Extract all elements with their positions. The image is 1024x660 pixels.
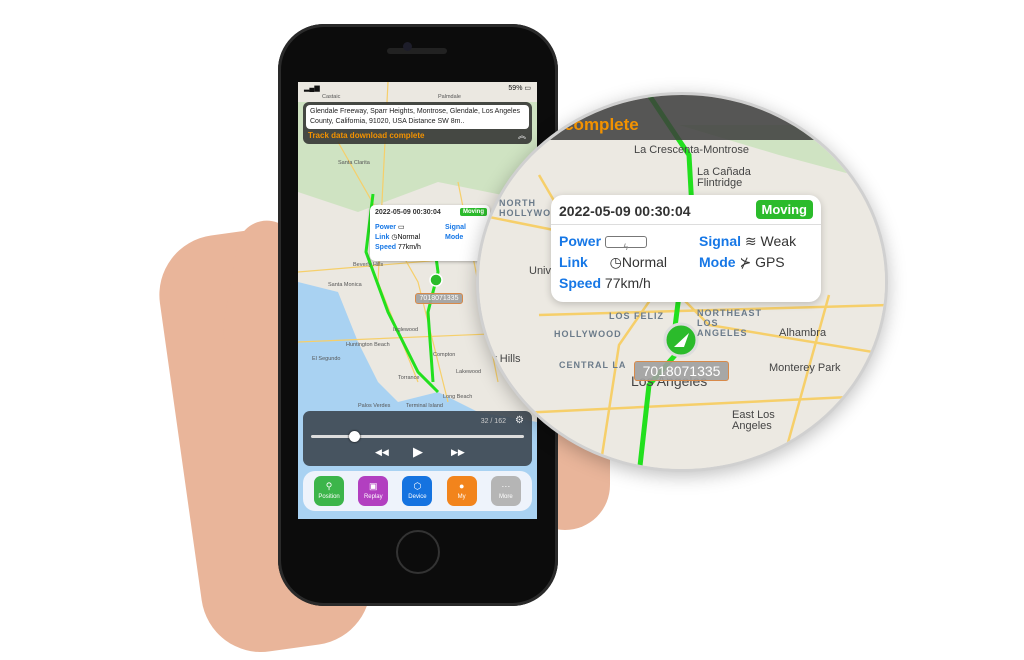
signal-value: Weak bbox=[760, 233, 797, 249]
speed-label: Speed bbox=[375, 244, 397, 251]
map-label: Terminal Island bbox=[406, 403, 443, 409]
more-icon: ··· bbox=[501, 481, 511, 491]
map-district-label: LOS FELIZ bbox=[609, 311, 664, 321]
map-label: La Cañada Flintridge bbox=[697, 166, 751, 189]
mode-label: Mode bbox=[699, 254, 736, 270]
device-info-popup: 2022-05-09 00:30:04 Moving Power ▭ Link … bbox=[370, 205, 490, 261]
mode-label: Mode bbox=[445, 234, 464, 241]
mode-value: GPS bbox=[755, 254, 785, 270]
map-label: Alhambra bbox=[779, 327, 827, 339]
vehicle-marker bbox=[663, 322, 699, 358]
map-district-label: NORTH HOLLYWOOD bbox=[499, 198, 567, 218]
playback-counter: 32 / 162 bbox=[480, 418, 506, 425]
nav-label: Replay bbox=[363, 494, 383, 500]
battery-icon: ▭ bbox=[524, 85, 531, 92]
replay-icon: ▣ bbox=[369, 481, 378, 491]
nav-device-button[interactable]: ⬡ Device bbox=[402, 476, 433, 506]
power-label: Power bbox=[559, 233, 602, 249]
nav-label: More bbox=[499, 494, 513, 500]
user-icon: ● bbox=[458, 481, 465, 491]
link-label: Link bbox=[375, 234, 390, 241]
map-label: Palos Verdes bbox=[358, 403, 391, 409]
map-label: East Los Angeles bbox=[732, 409, 775, 432]
signal-label: Signal bbox=[445, 224, 467, 231]
map-label: Santa Monica bbox=[328, 282, 362, 288]
map-label: Lakewood bbox=[456, 369, 482, 375]
speed-value: 77km/h bbox=[604, 275, 651, 291]
link-label: Link bbox=[559, 254, 588, 270]
signal-label: Signal bbox=[699, 233, 742, 249]
download-status: Track data download complete bbox=[308, 131, 425, 140]
nav-label: My bbox=[457, 494, 466, 500]
magnified-info-popup: 2022-05-09 00:30:04 Moving Power ϟ Link … bbox=[551, 195, 821, 302]
map-label: Beverly Hills bbox=[353, 262, 384, 268]
map-district-label: NORTHEAST LOS ANGELES bbox=[697, 308, 762, 338]
map-label: Huntington Beach bbox=[346, 342, 390, 348]
nav-more-button[interactable]: ··· More bbox=[490, 476, 521, 506]
battery-percent: 59% bbox=[508, 85, 523, 92]
gear-icon[interactable]: ⚙ bbox=[515, 415, 524, 426]
link-value: Normal bbox=[397, 234, 421, 241]
vehicle-marker bbox=[429, 273, 443, 287]
location-pin-icon: ⚲ bbox=[325, 481, 333, 491]
phone-speaker bbox=[387, 48, 447, 54]
speed-value: 77km/h bbox=[397, 244, 421, 251]
map-district-label: HOLLYWOOD bbox=[554, 329, 622, 339]
map-label: El Segundo bbox=[312, 356, 341, 362]
nav-position-button[interactable]: ⚲ Position bbox=[314, 476, 345, 506]
map-district-label: CENTRAL LA bbox=[559, 360, 627, 370]
map-label: Long Beach bbox=[443, 394, 473, 400]
satellite-icon: ⊁ bbox=[739, 254, 752, 270]
banner-text: d complete bbox=[549, 115, 639, 134]
magnified-banner: d complete bbox=[479, 95, 885, 140]
wifi-icon: ≋ bbox=[744, 233, 757, 249]
slider-handle[interactable] bbox=[348, 431, 360, 442]
nav-label: Position bbox=[318, 494, 340, 500]
popup-datetime: 2022-05-09 00:30:04 bbox=[375, 209, 441, 216]
device-id-label: 7018071335 bbox=[634, 361, 729, 381]
speed-label: Speed bbox=[559, 275, 602, 291]
clock-icon: ◷ bbox=[609, 254, 622, 270]
map-label: Compton bbox=[433, 352, 456, 358]
battery-icon: ϟ bbox=[604, 236, 647, 252]
nav-replay-button[interactable]: ▣ Replay bbox=[358, 476, 389, 506]
nav-label: Device bbox=[408, 494, 427, 500]
play-icon[interactable]: ▶ bbox=[413, 444, 423, 460]
bottom-nav: ⚲ Position ▣ Replay ⬡ Device ● My ··· More bbox=[303, 471, 532, 511]
map-label: Inglewood bbox=[393, 327, 419, 333]
home-button[interactable] bbox=[396, 530, 440, 574]
power-label: Power bbox=[375, 224, 397, 231]
moving-badge: Moving bbox=[755, 200, 813, 219]
map-label: Castaic bbox=[322, 94, 341, 100]
link-value: Normal bbox=[621, 254, 668, 270]
popup-datetime: 2022-05-09 00:30:04 bbox=[559, 203, 691, 219]
phone-camera bbox=[403, 42, 412, 51]
signal-icon: ▂▄▆ bbox=[304, 85, 320, 92]
map-label: Palmdale bbox=[438, 94, 461, 100]
nav-my-button[interactable]: ● My bbox=[446, 476, 477, 506]
map-label: Monterey Park bbox=[769, 362, 841, 374]
device-icon: ⬡ bbox=[413, 481, 422, 491]
map-label: erly Hills bbox=[479, 353, 521, 365]
magnifier: d complete La Crescenta-Montrose La Caña… bbox=[476, 92, 888, 472]
device-id-label: 7018071335 bbox=[415, 293, 463, 304]
map-label: Santa Clarita bbox=[338, 160, 370, 166]
rewind-icon[interactable]: ◀◀ bbox=[375, 447, 389, 458]
map-label: La Crescenta-Montrose bbox=[634, 144, 749, 156]
fast-forward-icon[interactable]: ▶▶ bbox=[451, 447, 465, 458]
battery-icon: ▭ bbox=[397, 224, 405, 231]
map-label: Torrance bbox=[398, 375, 420, 381]
